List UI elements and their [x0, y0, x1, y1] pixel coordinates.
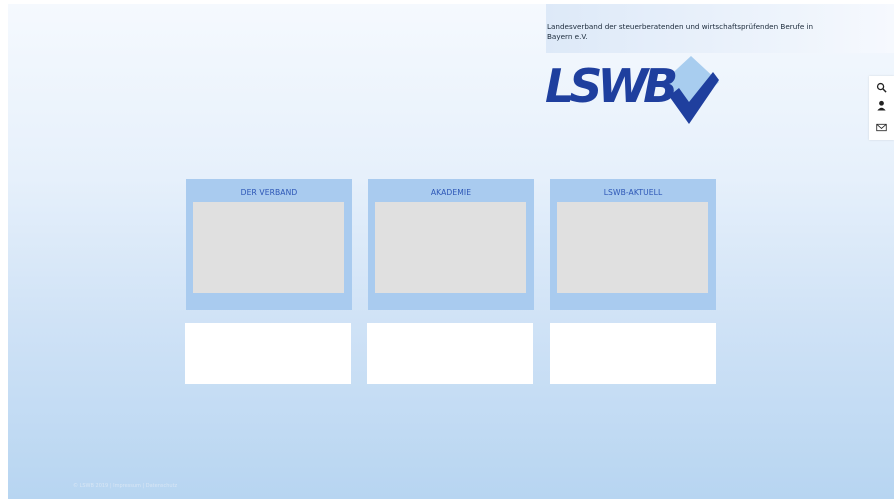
card-image-placeholder: [193, 202, 344, 293]
user-icon[interactable]: [874, 98, 888, 112]
card-title: AKADEMIE: [430, 188, 472, 197]
card-akademie[interactable]: AKADEMIE: [368, 179, 534, 310]
lswb-logo-graphic: LSWB: [545, 56, 719, 124]
association-tagline: Landesverband der steuerberatenden und w…: [547, 22, 814, 41]
card-lswb-aktuell[interactable]: LSWB-AKTUELL: [550, 179, 716, 310]
logo-text: LSWB: [545, 59, 676, 113]
mail-icon[interactable]: [874, 120, 888, 134]
lswb-logo[interactable]: LSWB: [543, 52, 719, 128]
search-icon[interactable]: [874, 80, 888, 94]
card-image-placeholder: [375, 202, 526, 293]
teaser-box: [185, 323, 351, 384]
card-der-verband[interactable]: DER VERBAND: [186, 179, 352, 310]
card-title: DER VERBAND: [240, 188, 298, 197]
teaser-box: [367, 323, 533, 384]
footer-links[interactable]: © LSWB 2019 | Impressum | Datenschutz: [73, 483, 177, 489]
teaser-box: [550, 323, 716, 384]
side-toolbar: [869, 76, 894, 140]
card-title: LSWB-AKTUELL: [603, 188, 663, 197]
card-image-placeholder: [557, 202, 708, 293]
